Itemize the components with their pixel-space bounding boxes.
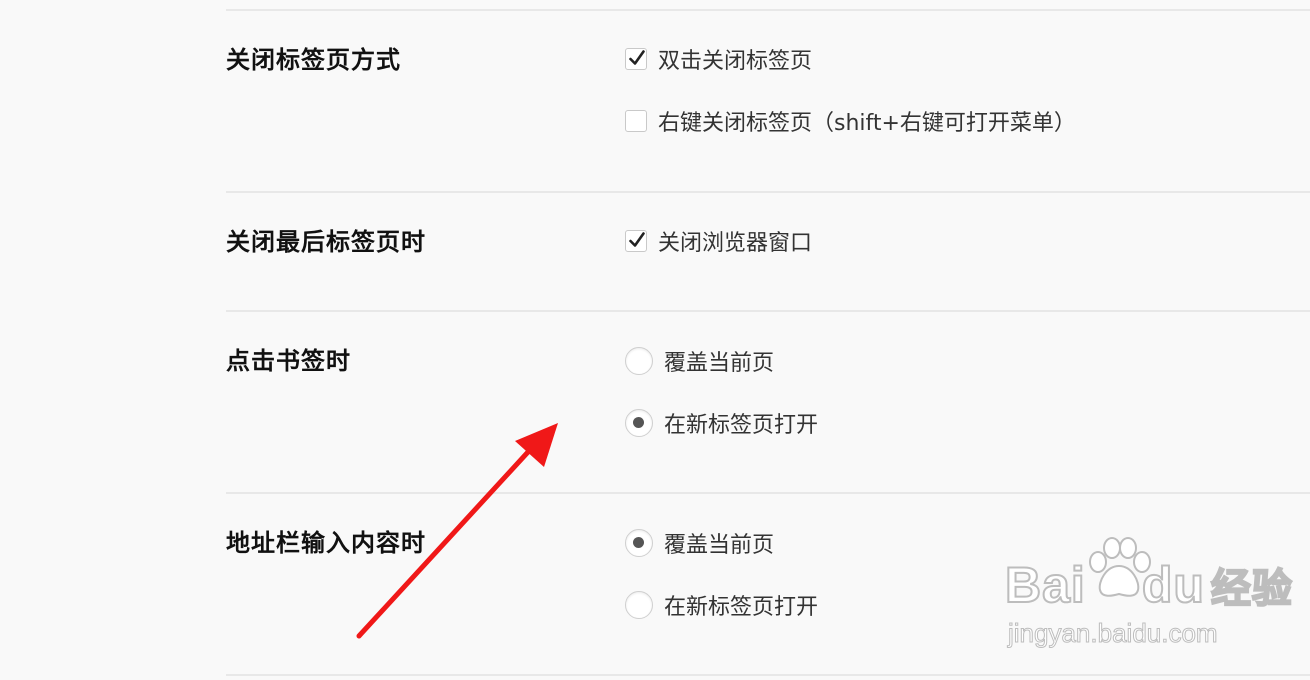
baidu-jingyan-watermark: Bai du 经验 jingyan.baidu.com <box>1000 536 1293 656</box>
watermark-brand: Bai du 经验 <box>1004 556 1293 614</box>
watermark-brand-cn: 经验 <box>1210 566 1293 612</box>
watermark-brand-bai: Bai <box>1004 556 1086 614</box>
watermark-brand-du: du <box>1141 556 1205 614</box>
watermark-url: jingyan.baidu.com <box>1008 618 1219 649</box>
